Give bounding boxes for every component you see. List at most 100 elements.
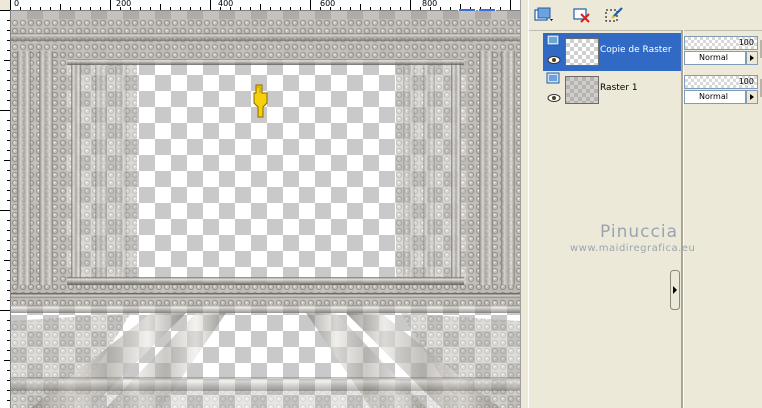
visibility-eye-icon[interactable] xyxy=(547,55,561,65)
ruler-tick xyxy=(7,240,10,241)
ruler-tick xyxy=(7,280,10,281)
layer-row-copie-de-raster[interactable]: Copie de Raster xyxy=(543,33,681,71)
ruler-tick xyxy=(280,7,281,10)
ruler-tick xyxy=(7,300,10,301)
ruler-tick xyxy=(4,260,10,261)
ruler-tick xyxy=(340,7,341,10)
layer-properties-copie-de-raster: 100 Normal xyxy=(684,34,762,66)
ruler-tick xyxy=(7,170,10,171)
vertical-ruler xyxy=(0,10,11,408)
ruler-tick xyxy=(210,0,211,10)
ruler-tick xyxy=(270,7,271,10)
frame-artwork xyxy=(11,11,520,408)
ruler-tick xyxy=(260,4,261,10)
ruler-tick xyxy=(7,370,10,371)
image-canvas[interactable] xyxy=(11,11,520,408)
ruler-tick xyxy=(4,360,10,361)
ruler-tick xyxy=(390,7,391,10)
ruler-tick xyxy=(7,150,10,151)
ruler-tick xyxy=(100,7,101,10)
ruler-tick xyxy=(380,7,381,10)
ruler-tick xyxy=(60,4,61,10)
blend-mode-arrow-icon[interactable] xyxy=(746,51,758,65)
ruler-tick xyxy=(80,7,81,10)
watermark-url: www.maidiregrafica.eu xyxy=(570,243,696,254)
blend-mode-value: Normal xyxy=(699,53,728,62)
blend-mode-select[interactable]: Normal xyxy=(684,90,746,104)
layer-thumbnail xyxy=(565,76,599,104)
ruler-tick xyxy=(7,400,10,401)
ruler-label: 800 xyxy=(422,0,438,8)
raster-layer-icon xyxy=(546,72,560,84)
ruler-tick xyxy=(510,0,511,10)
ruler-tick xyxy=(110,0,111,10)
ruler-tick xyxy=(4,60,10,61)
opacity-value: 100 xyxy=(738,38,754,47)
ruler-tick xyxy=(430,7,431,10)
ruler-tick xyxy=(450,7,451,10)
vertical-scrollbar[interactable] xyxy=(520,0,528,408)
horizontal-ruler: 0 200 400 600 800 xyxy=(10,0,521,11)
opacity-field[interactable]: 100 xyxy=(684,75,758,89)
ruler-tick xyxy=(0,110,10,111)
ruler-tick xyxy=(7,350,10,351)
ruler-tick xyxy=(7,90,10,91)
ruler-tick xyxy=(7,40,10,41)
ruler-tick xyxy=(7,180,10,181)
ruler-tick xyxy=(7,140,10,141)
ruler-tick xyxy=(50,7,51,10)
visibility-eye-icon[interactable] xyxy=(547,93,561,103)
panel-collapse-grip-icon[interactable] xyxy=(670,270,680,310)
watermark-title: Pinuccia xyxy=(600,222,678,242)
ruler-tick xyxy=(440,7,441,10)
ruler-tick xyxy=(7,200,10,201)
ruler-tick xyxy=(320,7,321,10)
layer-properties-raster-1: 100 Normal xyxy=(684,73,762,105)
ruler-tick xyxy=(500,7,501,10)
ruler-tick xyxy=(190,7,191,10)
ruler-tick xyxy=(290,7,291,10)
ruler-tick xyxy=(7,50,10,51)
opacity-field[interactable]: 100 xyxy=(684,36,758,50)
ruler-tick xyxy=(350,7,351,10)
ruler-tick xyxy=(420,7,421,10)
pointing-hand-cursor-icon xyxy=(253,84,268,118)
ruler-tick xyxy=(7,70,10,71)
ruler-tick xyxy=(150,7,151,10)
blend-mode-arrow-icon[interactable] xyxy=(746,90,758,104)
ruler-tick xyxy=(0,310,10,311)
edit-selection-icon[interactable] xyxy=(603,5,625,25)
ruler-tick xyxy=(7,130,10,131)
ruler-tick xyxy=(220,7,221,10)
ruler-tick xyxy=(7,120,10,121)
ruler-label: 0 xyxy=(14,0,20,8)
ruler-tick xyxy=(4,160,10,161)
ruler-tick xyxy=(370,7,371,10)
ruler-label: 200 xyxy=(116,0,132,8)
ruler-tick xyxy=(250,7,251,10)
blend-mode-select[interactable]: Normal xyxy=(684,51,746,65)
layer-row-raster-1[interactable]: Raster 1 xyxy=(543,71,681,109)
ruler-tick xyxy=(7,270,10,271)
ruler-tick xyxy=(7,190,10,191)
ruler-tick xyxy=(240,7,241,10)
ruler-tick xyxy=(230,7,231,10)
ruler-tick xyxy=(7,80,10,81)
new-layer-icon[interactable] xyxy=(533,5,555,25)
ruler-tick xyxy=(7,220,10,221)
canvas-window[interactable]: 0 200 400 600 800 xyxy=(0,0,528,408)
ruler-tick xyxy=(7,100,10,101)
layer-name: Raster 1 xyxy=(600,83,638,93)
ruler-tick xyxy=(120,7,121,10)
ruler-tick xyxy=(160,4,161,10)
window-buttons[interactable] xyxy=(458,0,498,15)
ruler-tick xyxy=(0,10,10,11)
ruler-tick xyxy=(140,7,141,10)
ruler-tick xyxy=(170,7,171,10)
ruler-tick xyxy=(200,7,201,10)
ruler-tick xyxy=(0,210,10,211)
delete-layer-icon[interactable] xyxy=(571,5,593,25)
ruler-tick xyxy=(7,380,10,381)
ruler-tick xyxy=(7,330,10,331)
ruler-tick xyxy=(130,7,131,10)
